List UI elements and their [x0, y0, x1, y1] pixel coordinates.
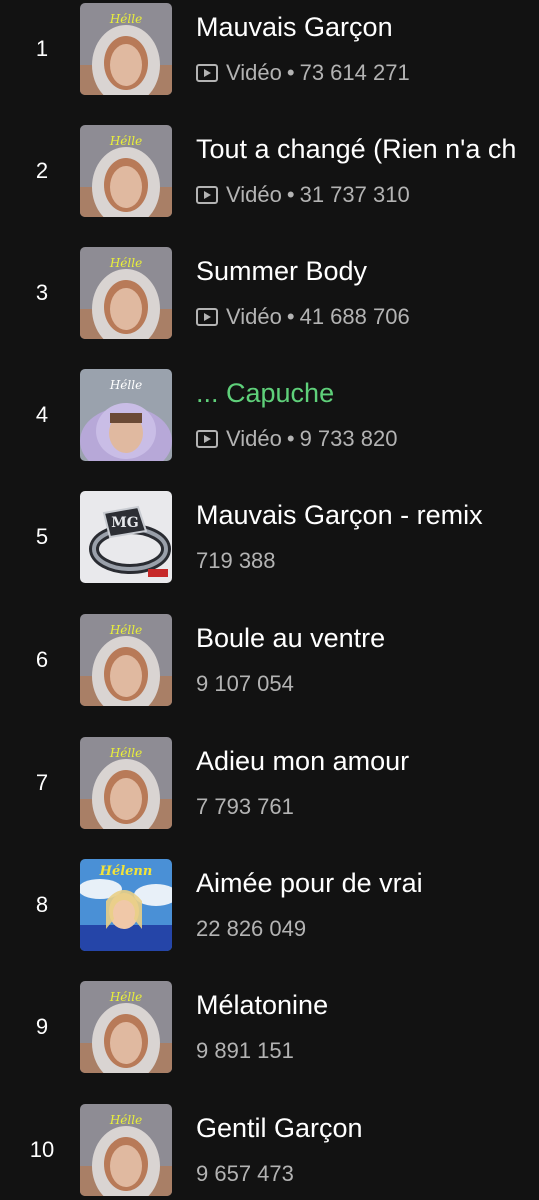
track-row[interactable]: 2 Hélle Tout a changé (Rien n'a ch Vidéo…	[0, 125, 539, 247]
track-meta: 22 826 049	[196, 915, 306, 943]
track-row[interactable]: 1 Hélle Mauvais Garçon Vidéo • 73 614 271	[0, 3, 539, 125]
track-title: Gentil Garçon	[196, 1113, 363, 1143]
play-count: 9 733 820	[299, 426, 398, 451]
album-cover: MG	[80, 491, 172, 583]
track-rank: 8	[35, 892, 49, 917]
album-cover: Hélle	[80, 981, 172, 1073]
track-row[interactable]: 9 Hélle Mélatonine 9 891 151	[0, 981, 539, 1103]
svg-text:MG: MG	[111, 515, 138, 531]
track-row[interactable]: 6 Hélle Boule au ventre 9 107 054	[0, 614, 539, 736]
video-label: Vidéo	[226, 426, 282, 451]
video-icon	[196, 308, 218, 326]
play-count: 9 657 473	[196, 1161, 294, 1186]
track-rank: 4	[35, 402, 49, 427]
play-count: 73 614 271	[299, 60, 410, 85]
svg-text:Hélle: Hélle	[109, 623, 142, 637]
track-title: Boule au ventre	[196, 623, 386, 653]
track-row[interactable]: 7 Hélle Adieu mon amour 7 793 761	[0, 737, 539, 859]
track-meta: 9 657 473	[196, 1160, 294, 1188]
album-cover: Hélenn	[80, 859, 172, 951]
track-rank: 5	[35, 524, 49, 549]
album-cover: Hélle	[80, 614, 172, 706]
svg-text:Hélle: Hélle	[109, 990, 142, 1004]
play-count: 9 107 054	[196, 671, 294, 696]
svg-text:Hélle: Hélle	[109, 12, 142, 26]
video-icon	[196, 64, 218, 82]
play-count: 7 793 761	[196, 794, 294, 819]
play-count: 22 826 049	[196, 916, 307, 941]
video-icon	[196, 186, 218, 204]
separator-dot: •	[286, 426, 295, 451]
track-title: Tout a changé (Rien n'a ch	[196, 134, 517, 164]
play-count: 9 891 151	[196, 1038, 294, 1063]
track-meta: 9 107 054	[196, 670, 294, 698]
separator-dot: •	[286, 60, 295, 85]
track-title: Mauvais Garçon	[196, 12, 393, 42]
svg-text:Hélle: Hélle	[109, 378, 142, 392]
svg-text:Hélle: Hélle	[109, 746, 142, 760]
video-label: Vidéo	[226, 182, 282, 207]
track-title: Mélatonine	[196, 990, 329, 1020]
video-icon	[196, 430, 218, 448]
track-meta: Vidéo • 9 733 820	[196, 425, 397, 453]
svg-text:Hélle: Hélle	[109, 1113, 142, 1127]
album-cover: Hélle	[80, 3, 172, 95]
track-row[interactable]: 8 Hélenn Aimée pour de vrai 22 826 049	[0, 859, 539, 981]
track-row[interactable]: 5 MG Mauvais Garçon - remix 719 388	[0, 491, 539, 613]
track-meta: Vidéo • 73 614 271	[196, 59, 410, 87]
track-rank: 6	[35, 647, 49, 672]
album-cover: Hélle	[80, 737, 172, 829]
video-label: Vidéo	[226, 304, 282, 329]
track-list: 1 Hélle Mauvais Garçon Vidéo • 73 614 271 …	[0, 0, 539, 1200]
track-title: Mauvais Garçon - remix	[196, 500, 483, 530]
separator-dot: •	[286, 182, 295, 207]
track-rank: 10	[29, 1137, 55, 1162]
album-cover: Hélle	[80, 369, 172, 461]
video-label: Vidéo	[226, 60, 282, 85]
separator-dot: •	[286, 304, 295, 329]
svg-text:Hélenn: Hélenn	[99, 864, 153, 879]
track-meta: Vidéo • 31 737 310	[196, 181, 410, 209]
track-meta: 719 388	[196, 547, 276, 575]
svg-text:Hélle: Hélle	[109, 134, 142, 148]
track-meta: 9 891 151	[196, 1037, 294, 1065]
track-rank: 3	[35, 280, 49, 305]
album-cover: Hélle	[80, 1104, 172, 1196]
play-count: 31 737 310	[299, 182, 410, 207]
album-cover: Hélle	[80, 247, 172, 339]
track-title: Aimée pour de vrai	[196, 868, 423, 898]
track-meta: 7 793 761	[196, 793, 294, 821]
track-row[interactable]: 4 Hélle ... Capuche Vidéo • 9 733 820	[0, 369, 539, 491]
album-cover: Hélle	[80, 125, 172, 217]
track-rank: 2	[35, 158, 49, 183]
track-row[interactable]: 3 Hélle Summer Body Vidéo • 41 688 706	[0, 247, 539, 369]
track-title: Adieu mon amour	[196, 746, 410, 776]
track-rank: 7	[35, 770, 49, 795]
track-title-playing: ... Capuche	[196, 378, 335, 408]
track-row[interactable]: 10 Hélle Gentil Garçon 9 657 473	[0, 1104, 539, 1200]
track-meta: Vidéo • 41 688 706	[196, 303, 410, 331]
play-count: 719 388	[196, 548, 276, 573]
track-rank: 1	[35, 36, 49, 61]
track-title: Summer Body	[196, 256, 368, 286]
track-rank: 9	[35, 1014, 49, 1039]
svg-text:Hélle: Hélle	[109, 256, 142, 270]
play-count: 41 688 706	[299, 304, 410, 329]
